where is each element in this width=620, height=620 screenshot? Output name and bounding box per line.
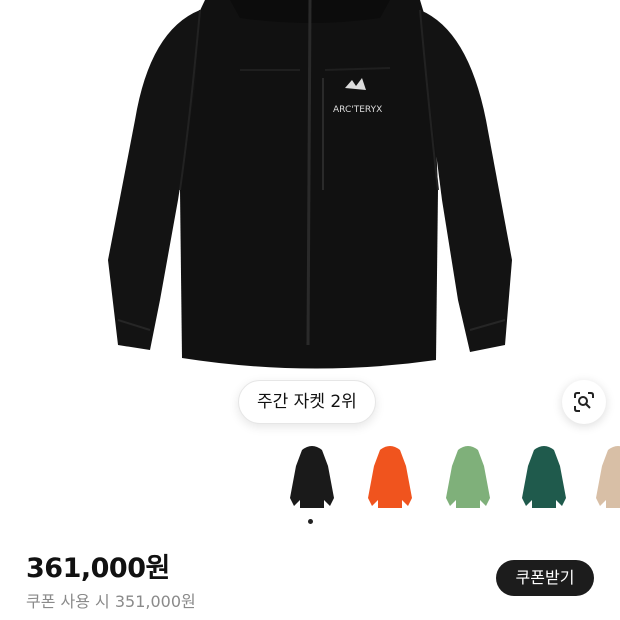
coupon-applied-price: 쿠폰 사용 시 351,000원	[26, 592, 196, 611]
color-thumb-black[interactable]	[280, 440, 344, 520]
lens-search-icon	[574, 392, 594, 412]
color-thumb-forest[interactable]	[512, 440, 576, 520]
color-option-list	[280, 440, 620, 525]
selected-color-indicator	[308, 519, 313, 524]
color-thumb-beige[interactable]	[586, 440, 620, 520]
weekly-rank-badge[interactable]: 주간 자켓 2위	[238, 380, 376, 424]
visual-search-button[interactable]	[562, 380, 606, 424]
color-thumb-orange[interactable]	[358, 440, 422, 520]
brand-logo-text: ARC'TERYX	[333, 105, 382, 115]
get-coupon-button[interactable]: 쿠폰받기	[496, 560, 594, 596]
product-price: 361,000원	[26, 553, 170, 584]
product-detail-screen: ARC'TERYX 주간 자켓 2위 361,000원 쿠폰 사용 시 351,…	[0, 0, 620, 620]
product-main-image[interactable]: ARC'TERYX	[0, 0, 620, 380]
color-thumb-sage[interactable]	[436, 440, 500, 520]
